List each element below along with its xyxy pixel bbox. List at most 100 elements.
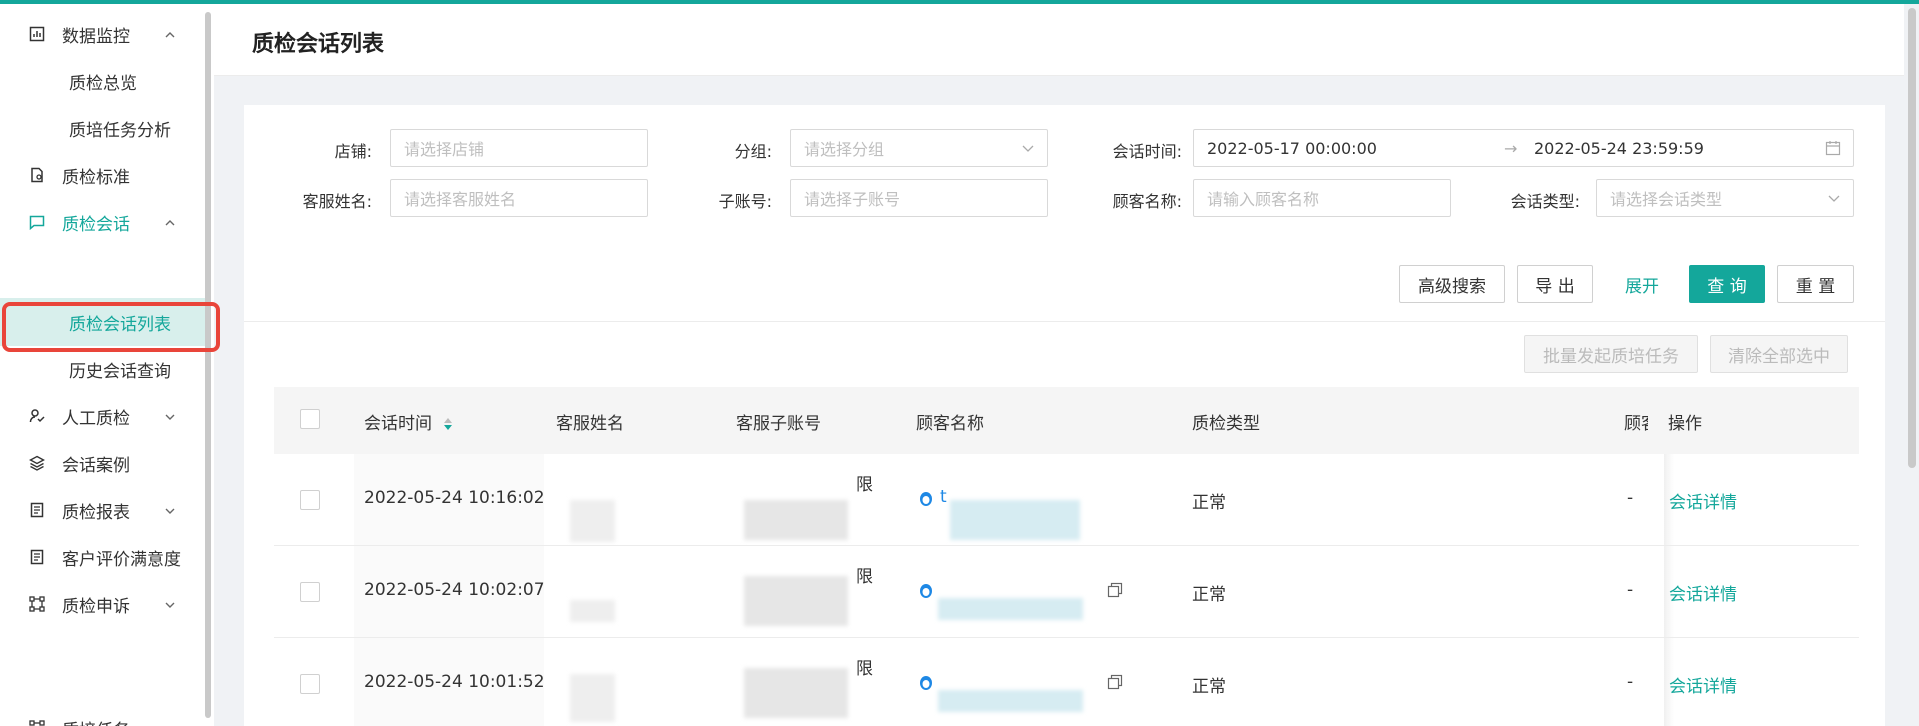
chevron-down-icon [165, 508, 175, 514]
document-icon [28, 166, 46, 184]
table-row: 2022-05-24 10:01:52 限 正常 - 会话详情 [274, 638, 1859, 726]
redacted-customer [950, 500, 1080, 540]
sidebar-item-label: 客户评价满意度 [62, 549, 181, 570]
session-detail-link[interactable]: 会话详情 [1669, 672, 1737, 697]
clear-selection-button[interactable]: 清除全部选中 [1710, 335, 1848, 373]
report-icon [28, 548, 46, 566]
qc-type-cell: 正常 [1192, 677, 1226, 697]
chevron-down-icon [1828, 195, 1840, 202]
session-type-select[interactable]: 请选择会话类型 [1596, 179, 1854, 217]
dash-cell: - [1627, 580, 1634, 600]
batch-training-task-button[interactable]: 批量发起质培任务 [1524, 335, 1698, 373]
sidebar-item-training-analysis[interactable]: 质培任务分析 [0, 104, 205, 152]
agent-name-select[interactable]: 请选择客服姓名 [390, 179, 648, 217]
col-customer-name: 顾客名称 [916, 414, 984, 434]
shop-select[interactable]: 请选择店铺 [390, 129, 648, 167]
calendar-icon [1825, 141, 1841, 156]
content-card: 店铺: 请选择店铺 分组: 请选择分组 会话时间: 2022-05-17 00:… [244, 105, 1885, 726]
sort-icon[interactable] [443, 416, 453, 432]
redacted-customer [938, 690, 1083, 712]
sidebar-item-standards[interactable]: 质检标准 [0, 151, 205, 199]
page-header: 质检会话列表 [214, 4, 1904, 76]
qq-icon [920, 676, 932, 690]
group-placeholder: 请选择分组 [804, 140, 885, 159]
qq-icon [920, 584, 932, 598]
date-separator: → [1504, 138, 1518, 158]
sub-account-suffix: 限 [856, 659, 873, 679]
row-checkbox[interactable] [300, 674, 320, 694]
expand-button[interactable]: 展开 [1604, 265, 1680, 303]
sidebar-item-satisfaction[interactable]: 客户评价满意度 [0, 533, 205, 581]
sidebar-item-label: 质检报表 [62, 502, 130, 523]
advanced-search-button[interactable]: 高级搜索 [1399, 265, 1505, 303]
row-checkbox[interactable] [300, 490, 320, 510]
layers-icon [28, 454, 46, 472]
row-checkbox[interactable] [300, 582, 320, 602]
sub-account-suffix: 限 [856, 475, 873, 495]
sidebar-item-label: 质检总览 [69, 73, 137, 94]
flow-icon [28, 719, 46, 726]
reset-button[interactable]: 重 置 [1777, 265, 1854, 303]
qc-type-cell: 正常 [1192, 585, 1226, 605]
sidebar-item-training-tasks[interactable]: 质培任务 [0, 704, 205, 726]
dash-cell: - [1627, 488, 1634, 508]
sidebar-item-label: 人工质检 [62, 408, 130, 429]
session-detail-link[interactable]: 会话详情 [1669, 580, 1737, 605]
highlight-annotation [2, 302, 220, 352]
chevron-up-icon [165, 32, 175, 38]
qc-type-cell: 正常 [1192, 493, 1226, 513]
redacted-sub-account [744, 500, 848, 540]
col-qc-type: 质检类型 [1192, 414, 1260, 434]
session-time-range[interactable]: 2022-05-17 00:00:00 → 2022-05-24 23:59:5… [1193, 129, 1854, 167]
sidebar-scrollbar[interactable] [205, 12, 211, 718]
sidebar-item-label: 质培任务分析 [69, 120, 171, 141]
chevron-up-icon [165, 220, 175, 226]
sub-account-placeholder: 请选择子账号 [804, 190, 901, 209]
user-check-icon [28, 407, 46, 425]
redacted-agent [570, 674, 615, 722]
session-time-label: 会话时间: [1112, 142, 1182, 161]
sidebar-item-label: 数据监控 [62, 26, 130, 47]
sidebar-item-appeals[interactable]: 质检申诉 [0, 580, 205, 628]
sidebar-item-history[interactable]: 历史会话查询 [0, 345, 205, 393]
col-agent-name: 客服姓名 [556, 414, 624, 434]
sidebar-item-sessions[interactable]: 质检会话 [0, 198, 205, 246]
redacted-sub-account [744, 576, 848, 626]
date-end[interactable]: 2022-05-24 23:59:59 [1534, 139, 1704, 158]
table-header: 会话时间 客服姓名 客服子账号 顾客名称 质检类型 顾客 操作 [274, 387, 1859, 454]
group-label: 分组: [734, 142, 772, 161]
table-row: 2022-05-24 10:16:02 限 t 正常 - 会话详情 [274, 454, 1859, 546]
sidebar-item-reports[interactable]: 质检报表 [0, 486, 205, 534]
main-scrollbar[interactable] [1908, 8, 1916, 468]
table-row: 2022-05-24 10:02:07 限 正常 - 会话详情 [274, 546, 1859, 638]
customer-name-input[interactable]: 请输入顾客名称 [1193, 179, 1451, 217]
sub-account-label: 子账号: [718, 192, 772, 211]
date-start[interactable]: 2022-05-17 00:00:00 [1207, 139, 1377, 158]
redacted-sub-account [744, 668, 848, 718]
copy-icon[interactable] [1107, 582, 1123, 598]
sub-account-select[interactable]: 请选择子账号 [790, 179, 1048, 217]
shop-placeholder: 请选择店铺 [404, 140, 485, 159]
customer-name-placeholder: 请输入顾客名称 [1207, 190, 1320, 209]
sidebar-item-label: 质检申诉 [62, 596, 130, 617]
group-select[interactable]: 请选择分组 [790, 129, 1048, 167]
divider [244, 321, 1885, 322]
col-session-time[interactable]: 会话时间 [364, 409, 453, 434]
session-time-cell: 2022-05-24 10:01:52 [364, 672, 545, 692]
redacted-agent [570, 600, 615, 622]
select-all-checkbox[interactable] [300, 409, 320, 429]
copy-icon[interactable] [1107, 674, 1123, 690]
sidebar-item-cases[interactable]: 会话案例 [0, 439, 205, 487]
session-detail-link[interactable]: 会话详情 [1669, 488, 1737, 513]
qq-icon [920, 492, 932, 506]
bar-chart-icon [28, 25, 46, 43]
customer-name-label: 顾客名称: [1112, 192, 1182, 211]
sidebar-item-label: 会话案例 [62, 455, 130, 476]
sidebar-item-overview[interactable]: 质检总览 [0, 57, 205, 105]
sidebar-item-data-monitor[interactable]: 数据监控 [0, 10, 205, 58]
sidebar-item-manual-qc[interactable]: 人工质检 [0, 392, 205, 440]
session-time-cell: 2022-05-24 10:02:07 [364, 580, 545, 600]
export-button[interactable]: 导 出 [1517, 265, 1593, 303]
customer-name-initial[interactable]: t [940, 487, 947, 507]
query-button[interactable]: 查 询 [1689, 265, 1765, 303]
